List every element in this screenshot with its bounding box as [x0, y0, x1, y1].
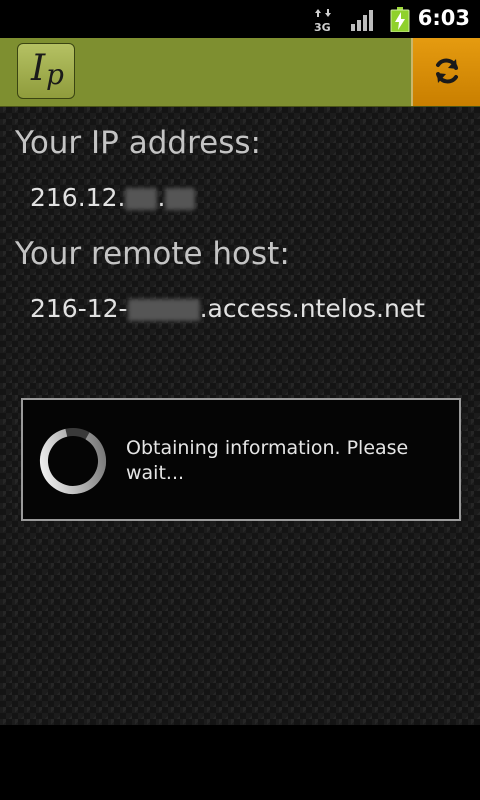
battery-charging-icon	[390, 7, 410, 32]
ip-value-sep: .	[157, 183, 166, 212]
remote-host-label: Your remote host:	[15, 236, 290, 272]
dialog-message: Obtaining information. Please wait...	[126, 437, 409, 484]
bottom-area	[0, 725, 480, 800]
ip-value-prefix: 216.12.	[30, 183, 126, 212]
status-bar: 3G 6:03	[0, 0, 480, 38]
progress-dialog: Obtaining information. Please wait...	[21, 398, 461, 521]
remote-host-value: 216-12- .access.ntelos.net	[30, 294, 425, 323]
redacted-block	[125, 188, 158, 210]
signal-icon	[351, 10, 373, 31]
data-3g-icon: 3G	[314, 9, 331, 32]
refresh-button[interactable]	[411, 38, 480, 106]
action-bar: I p	[0, 38, 480, 107]
redacted-block	[127, 299, 200, 321]
redacted-block	[165, 188, 196, 210]
logo-letter-i: I	[31, 48, 46, 89]
app-logo-icon[interactable]: I p	[17, 43, 75, 99]
host-value-prefix: 216-12-	[30, 294, 128, 323]
ip-address-value: 216.12..	[30, 183, 196, 212]
ip-address-label: Your IP address:	[15, 125, 261, 161]
screen: 3G 6:03 I p Your IP address: 216.12. . Y…	[0, 0, 480, 800]
logo-letter-p: p	[46, 58, 64, 91]
refresh-icon	[436, 58, 458, 84]
clock: 6:03	[417, 6, 470, 30]
host-value-suffix: .access.ntelos.net	[199, 294, 425, 323]
loading-spinner-icon	[40, 428, 106, 494]
svg-text:3G: 3G	[314, 21, 331, 32]
